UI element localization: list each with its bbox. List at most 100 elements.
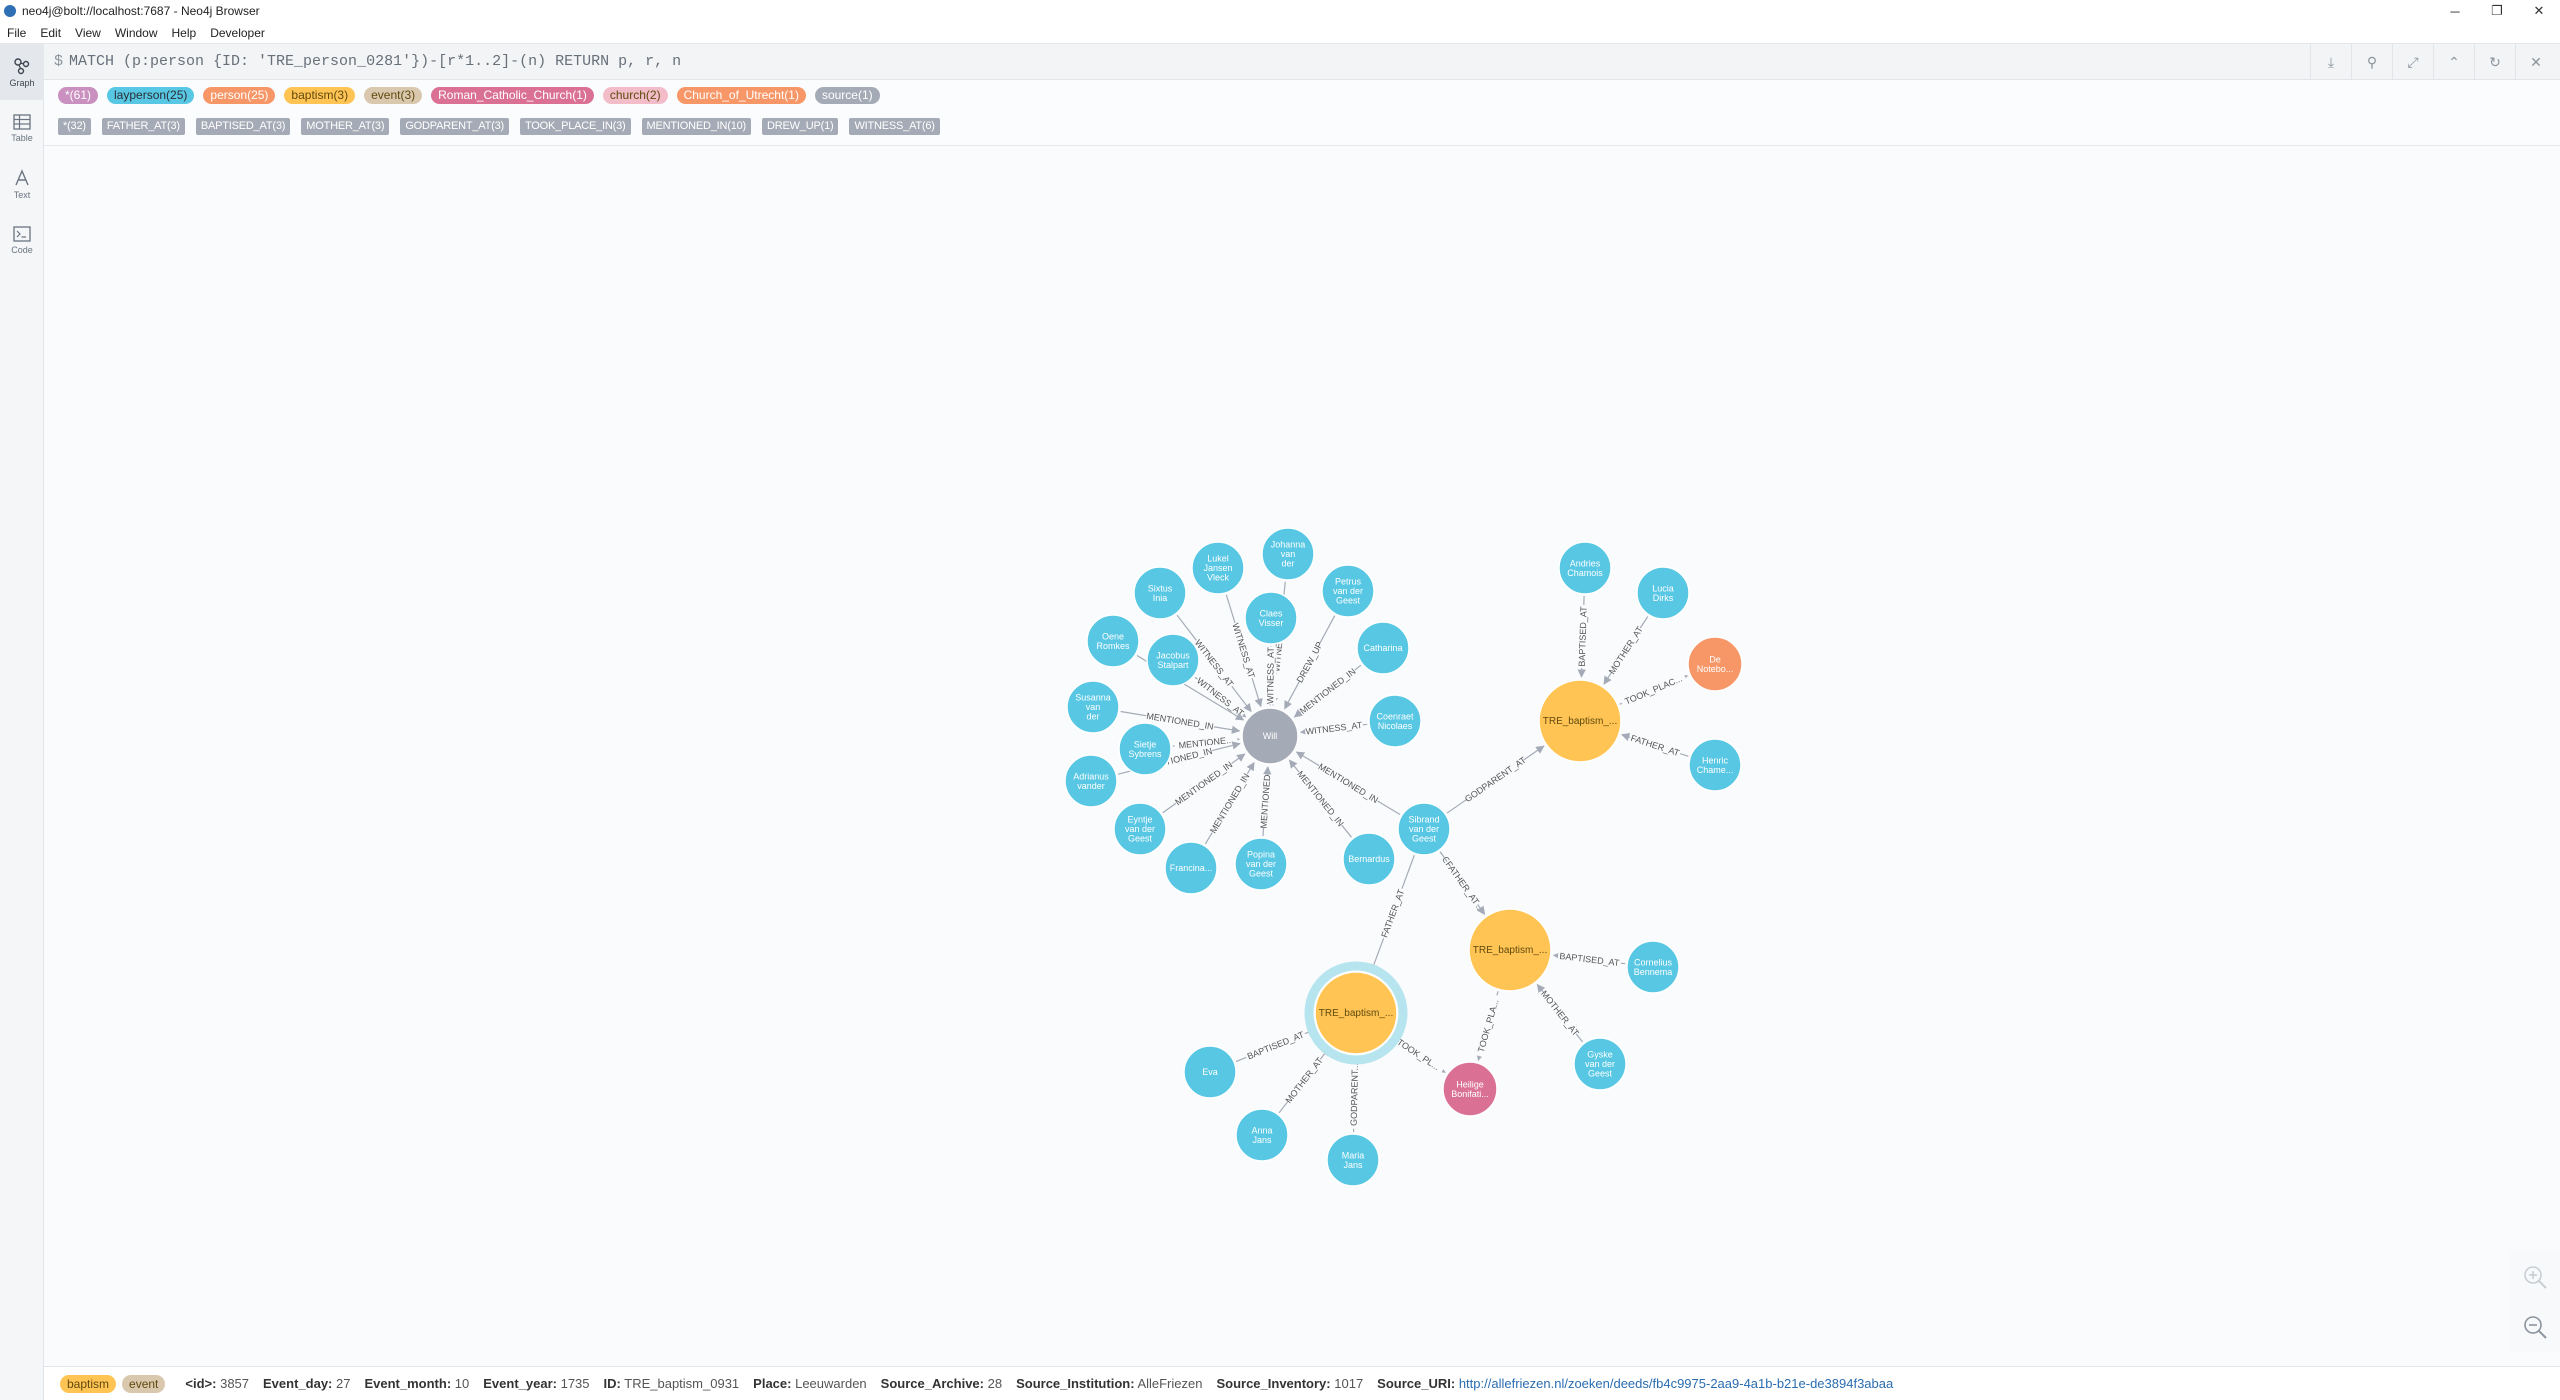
minimize-button[interactable]: ─ — [2434, 0, 2476, 22]
tab-graph[interactable]: Graph — [0, 44, 44, 100]
property-key: Event_day: — [263, 1376, 333, 1391]
relationship-edge[interactable]: MOTHER_AT — [1603, 616, 1649, 685]
graph-node-jacobus[interactable]: Jacobus Stalpart — [1146, 633, 1200, 687]
graph-node-b3[interactable]: TRE_baptism_... — [1304, 961, 1408, 1065]
graph-node-claes[interactable]: Claes Visser — [1244, 591, 1298, 645]
graph-node-bernardus[interactable]: Bernardus — [1342, 832, 1396, 886]
legend-label-pill[interactable]: person(25) — [203, 87, 276, 104]
legend-label-pill[interactable]: Church_of_Utrecht(1) — [676, 87, 806, 104]
tab-code[interactable]: Code — [0, 212, 44, 268]
graph-node-popina[interactable]: Popina van der Geest — [1234, 837, 1288, 891]
relationship-edge[interactable]: BAPTISED_AT — [1552, 949, 1626, 970]
relationship-edge[interactable]: WITNESS_AT — [1264, 645, 1277, 706]
graph-node-lucia[interactable]: Lucia Dirks — [1636, 566, 1690, 620]
legend-label-pill[interactable]: church(2) — [602, 87, 668, 104]
graph-node-coenraet[interactable]: Coenraet Nicolaes — [1368, 694, 1422, 748]
download-button[interactable]: ⤓ — [2310, 44, 2351, 80]
relationship-edge[interactable]: WITNESS_AT — [1299, 718, 1368, 738]
legend-label-pill[interactable]: event(3) — [364, 87, 423, 104]
restore-button[interactable]: ❐ — [2476, 0, 2518, 22]
window-titlebar: neo4j@bolt://localhost:7687 - Neo4j Brow… — [0, 0, 2560, 22]
node-caption: Andries Chamois — [1567, 558, 1603, 578]
graph-node-maria[interactable]: Maria Jans — [1326, 1133, 1380, 1187]
menu-file[interactable]: File — [0, 26, 33, 40]
relationship-type-legend: *(32) FATHER_AT(3) BAPTISED_AT(3) MOTHER_AT… — [58, 118, 951, 135]
pin-button[interactable]: ⚲ — [2351, 44, 2392, 80]
property-item: Place: Leeuwarden — [753, 1376, 867, 1391]
graph-node-anna[interactable]: Anna Jans — [1235, 1108, 1289, 1162]
graph-node-cornelius[interactable]: Cornelius Bennema — [1626, 940, 1680, 994]
graph-node-eyntje[interactable]: Eyntje van der Geest — [1113, 802, 1167, 856]
menu-help[interactable]: Help — [165, 26, 204, 40]
relationship-edge[interactable]: MOTHER_AT — [1278, 1047, 1330, 1114]
node-caption-line: Will — [1263, 731, 1278, 741]
menu-window[interactable]: Window — [108, 26, 165, 40]
graph-node-adrianus[interactable]: Adrianus vander — [1064, 754, 1118, 808]
graph-node-eva[interactable]: Eva — [1183, 1045, 1237, 1099]
graph-node-susanna[interactable]: Susanna van der — [1066, 680, 1120, 734]
legend-relationship-tag[interactable]: WITNESS_AT(6) — [849, 118, 940, 135]
graph-node-b2[interactable]: TRE_baptism_... — [1468, 908, 1552, 992]
graph-node-sibrand[interactable]: Sibrand van der Geest — [1397, 802, 1451, 856]
relationship-edge[interactable]: FATHER_AT — [1439, 851, 1485, 915]
status-badge-baptism[interactable]: baptism — [60, 1374, 117, 1393]
zoom-in-button[interactable] — [2510, 1252, 2560, 1302]
graph-node-henric[interactable]: Henric Chame... — [1688, 738, 1742, 792]
fullscreen-button[interactable]: ⤢ — [2392, 44, 2433, 80]
graph-node-oene[interactable]: Oene Romkes — [1086, 614, 1140, 668]
relationship-edge[interactable]: BAPTISED_AT — [1235, 1028, 1316, 1063]
close-window-button[interactable]: ✕ — [2518, 0, 2560, 22]
legend-relationship-tag[interactable]: TOOK_PLACE_IN(3) — [519, 118, 631, 135]
graph-visualization[interactable]: WITNESS_AT WITNESS_AT WITNESS_AT DREW_UP MEN… — [44, 147, 2560, 1360]
graph-node-andries[interactable]: Andries Chamois — [1558, 541, 1612, 595]
graph-node-francina[interactable]: Francina... — [1164, 841, 1218, 895]
legend-relationship-tag[interactable]: GODPARENT_AT(3) — [400, 118, 509, 135]
relationship-edge[interactable]: GODPARENT... — [1347, 1056, 1362, 1133]
graph-canvas[interactable]: WITNESS_AT WITNESS_AT WITNESS_AT DREW_UP MEN… — [44, 147, 2560, 1360]
graph-node-b1[interactable]: TRE_baptism_... — [1538, 679, 1622, 763]
legend-relationship-tag[interactable]: DREW_UP(1) — [762, 118, 839, 135]
menu-view[interactable]: View — [68, 26, 108, 40]
collapse-button[interactable]: ⌃ — [2433, 44, 2474, 80]
relationship-edge[interactable]: TOOK_PLA... — [1473, 991, 1503, 1061]
relationship-edge[interactable]: TOOK_PLAC... — [1619, 671, 1689, 709]
rerun-button[interactable]: ↻ — [2474, 44, 2515, 80]
graph-node-catharina[interactable]: Catharina — [1356, 621, 1410, 675]
relationship-edge[interactable]: GODPARENT_AT — [1446, 745, 1545, 814]
legend-relationship-tag[interactable]: MOTHER_AT(3) — [301, 118, 390, 135]
close-frame-button[interactable]: ✕ — [2515, 44, 2556, 80]
menu-edit[interactable]: Edit — [33, 26, 68, 40]
legend-label-pill[interactable]: *(61) — [58, 87, 99, 104]
graph-node-johanna[interactable]: Johanna van der — [1261, 527, 1315, 581]
legend-relationship-tag[interactable]: FATHER_AT(3) — [101, 118, 185, 135]
graph-node-sietje[interactable]: Sietje Sybrens — [1118, 722, 1172, 776]
relationship-edge[interactable]: MOTHER_AT — [1536, 983, 1584, 1043]
graph-node-noteboom[interactable]: De Notebo... — [1687, 636, 1743, 692]
tab-text[interactable]: Text — [0, 156, 44, 212]
graph-node-heilige[interactable]: Heilige Bonifati... — [1442, 1061, 1498, 1117]
legend-label-pill[interactable]: source(1) — [814, 87, 880, 104]
query-text[interactable]: MATCH (p:person {ID: 'TRE_person_0281'})… — [69, 53, 681, 70]
relationship-label: GODPARENT_AT — [1463, 755, 1528, 805]
legend-label-pill[interactable]: baptism(3) — [284, 87, 356, 104]
graph-node-sixtus[interactable]: Sixtus Inia — [1133, 566, 1187, 620]
legend-relationship-tag[interactable]: *(32) — [58, 118, 91, 135]
graph-node-petrus[interactable]: Petrus van der Geest — [1321, 564, 1375, 618]
legend-relationship-tag[interactable]: BAPTISED_AT(3) — [195, 118, 291, 135]
menu-developer[interactable]: Developer — [203, 26, 272, 40]
relationship-edge[interactable]: FATHER_AT — [1621, 731, 1689, 760]
graph-node-will[interactable]: Will — [1241, 707, 1299, 765]
status-badge-event[interactable]: event — [122, 1374, 166, 1393]
tab-table[interactable]: Table — [0, 100, 44, 156]
legend-label-pill[interactable]: Roman_Catholic_Church(1) — [431, 87, 594, 104]
relationship-edge[interactable]: MENTIONED — [1257, 766, 1274, 837]
property-link[interactable]: http://allefriezen.nl/zoeken/deeds/fb4c9… — [1459, 1376, 1893, 1391]
legend-label-pill[interactable]: layperson(25) — [107, 87, 195, 104]
relationship-label: WITNESS_AT — [1265, 647, 1275, 704]
graph-node-lukel[interactable]: Lukel Jansen Vleck — [1191, 541, 1245, 595]
graph-node-gyske[interactable]: Gyske van der Geest — [1573, 1037, 1627, 1091]
legend-relationship-tag[interactable]: MENTIONED_IN(10) — [641, 118, 751, 135]
zoom-out-button[interactable] — [2510, 1302, 2560, 1352]
relationship-edge[interactable]: BAPTISED_AT — [1575, 595, 1590, 678]
relationship-label: BAPTISED_AT — [1577, 606, 1589, 667]
